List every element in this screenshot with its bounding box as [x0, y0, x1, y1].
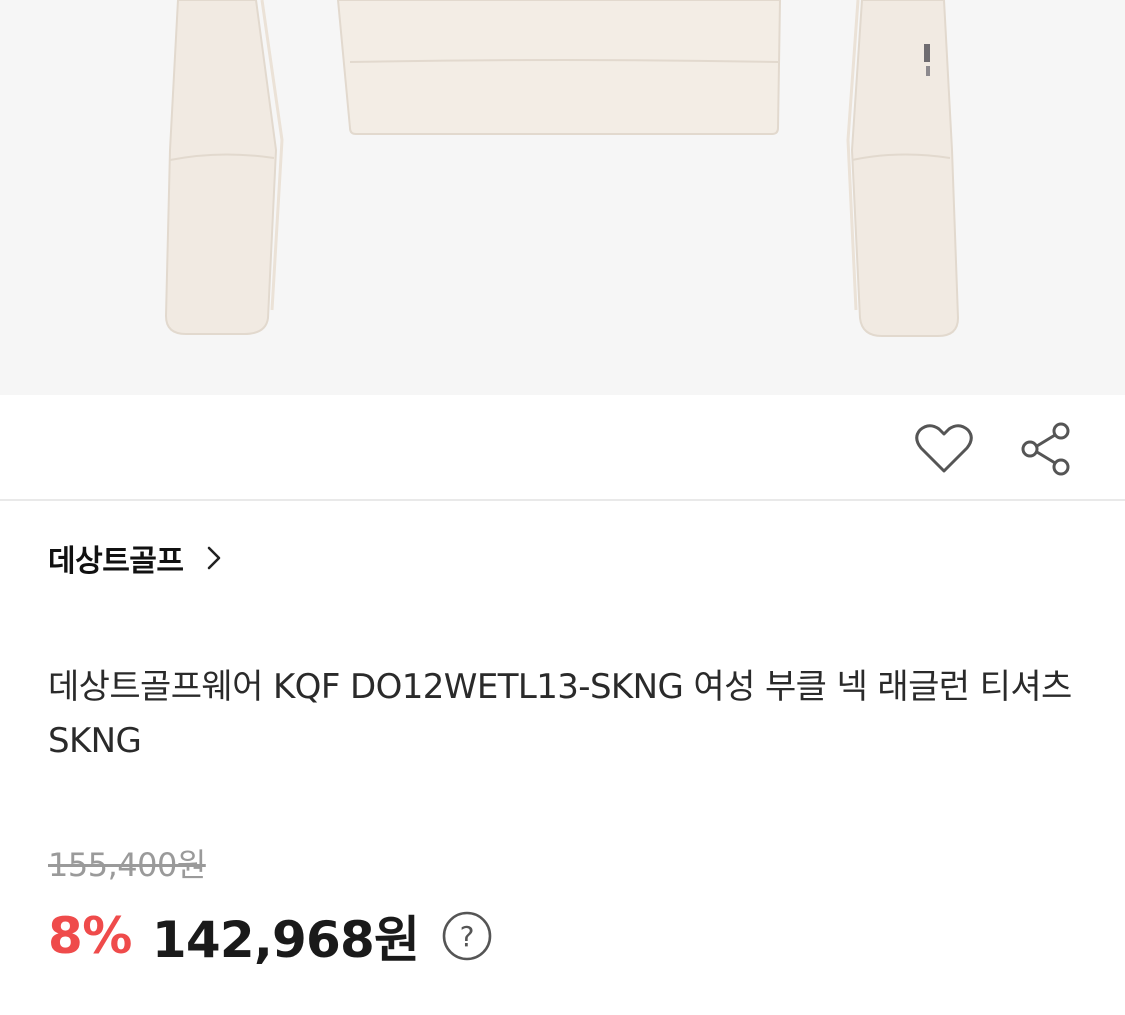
wishlist-button[interactable] — [912, 417, 976, 481]
product-title: 데상트골프웨어 KQF DO12WETL13-SKNG 여성 부클 넥 래글런 … — [48, 667, 1072, 761]
brand-name: 데상트골프 — [48, 544, 184, 579]
price-help-button[interactable]: ? — [441, 910, 493, 962]
heart-icon — [915, 424, 973, 473]
chevron-right-icon — [206, 545, 222, 571]
product-image[interactable] — [0, 0, 1125, 395]
original-price: 155,400원 — [48, 846, 206, 884]
brand-link[interactable]: 데상트골프 — [48, 532, 222, 584]
discount-rate: 8% — [48, 907, 132, 965]
product-actions-bar — [0, 395, 1125, 501]
price-row: 8% 142,968원 ? — [48, 898, 493, 974]
svg-text:?: ? — [460, 920, 475, 953]
product-detail-page: 데상트골프 데상트골프웨어 KQF DO12WETL13-SKNG 여성 부클 … — [0, 0, 1125, 1015]
share-icon — [1021, 422, 1070, 476]
share-button[interactable] — [1014, 417, 1078, 481]
sweatshirt-image — [164, 0, 960, 337]
question-circle-icon: ? — [442, 911, 492, 961]
sale-price: 142,968원 — [151, 911, 420, 969]
